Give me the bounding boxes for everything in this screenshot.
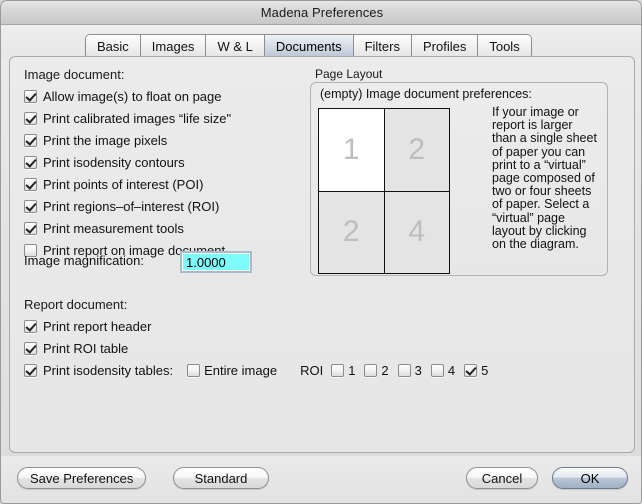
entire-image-checkbox[interactable]: Entire image [187,363,277,378]
checkbox-icon[interactable] [24,134,37,147]
checkbox-icon[interactable] [24,200,37,213]
image-checkbox-1[interactable]: Print calibrated images “life size" [24,109,231,127]
checkbox-label: Allow image(s) to float on page [43,89,221,104]
roi-group-label: ROI [300,363,323,378]
checkbox-icon[interactable] [24,342,37,355]
footer-bar: Save Preferences Standard Cancel OK [1,456,642,504]
checkbox-icon[interactable] [464,364,477,377]
window-titlebar: Madena Preferences [1,1,642,25]
roi-checkbox-4[interactable]: 4 [431,363,455,378]
page-layout-quadrant-1[interactable]: 1 [319,109,384,191]
tab-images[interactable]: Images [141,35,207,58]
tab-tools[interactable]: Tools [478,35,530,58]
checkbox-label: Print points of interest (POI) [43,177,203,192]
image-magnification-label: Image magnification: [24,253,144,268]
roi-checkbox-label: 4 [448,363,455,378]
checkbox-label: Print isodensity tables: [43,363,173,378]
tab-documents[interactable]: Documents [265,35,354,58]
window-title: Madena Preferences [261,5,383,20]
report-document-section-label: Report document: [24,297,127,312]
checkbox-label: Print calibrated images “life size" [43,111,231,126]
image-checkbox-4[interactable]: Print points of interest (POI) [24,175,203,193]
roi-checkbox-5[interactable]: 5 [464,363,488,378]
image-magnification-input[interactable] [182,253,250,271]
image-checkbox-3[interactable]: Print isodensity contours [24,153,185,171]
tab-basic[interactable]: Basic [86,35,141,58]
checkbox-icon[interactable] [187,364,200,377]
tab-profiles[interactable]: Profiles [412,35,478,58]
checkbox-icon[interactable] [431,364,444,377]
report-checkbox-2[interactable]: Print isodensity tables: Entire image ROI 1… [24,361,497,379]
entire-image-label: Entire image [204,363,277,378]
checkbox-icon[interactable] [24,156,37,169]
image-checkbox-0[interactable]: Allow image(s) to float on page [24,87,221,105]
page-layout-quadrant-2[interactable]: 2 [385,109,450,191]
report-checkbox-0[interactable]: Print report header [24,317,151,335]
roi-checkbox-2[interactable]: 2 [364,363,388,378]
roi-checkbox-1[interactable]: 1 [331,363,355,378]
checkbox-icon[interactable] [24,222,37,235]
page-layout-description: If your image or report is larger than a… [492,106,600,251]
checkbox-label: Print ROI table [43,341,128,356]
checkbox-icon[interactable] [24,112,37,125]
page-layout-diagram[interactable]: 1224 [318,108,450,274]
roi-checkbox-label: 2 [381,363,388,378]
tab-w-l[interactable]: W & L [206,35,264,58]
page-layout-quadrant-3[interactable]: 2 [319,192,384,274]
checkbox-icon[interactable] [24,178,37,191]
ok-button[interactable]: OK [552,467,628,489]
image-magnification-field-wrap [180,251,252,274]
report-checkbox-1[interactable]: Print ROI table [24,339,128,357]
roi-checkbox-label: 1 [348,363,355,378]
checkbox-icon[interactable] [24,90,37,103]
image-magnification-row: Image magnification: [24,253,144,268]
checkbox-icon[interactable] [24,364,37,377]
page-layout-caption: (empty) Image document preferences: [320,87,532,101]
checkbox-label: Print the image pixels [43,133,167,148]
checkbox-icon[interactable] [24,320,37,333]
content-panel: Image document: Allow image(s) to float … [9,56,635,453]
checkbox-icon[interactable] [398,364,411,377]
image-document-section-label: Image document: [24,67,124,82]
image-checkbox-6[interactable]: Print measurement tools [24,219,184,237]
image-checkbox-5[interactable]: Print regions–of–interest (ROI) [24,197,219,215]
cancel-button[interactable]: Cancel [466,467,538,489]
page-layout-group-label: Page Layout [315,67,382,81]
image-checkbox-2[interactable]: Print the image pixels [24,131,167,149]
page-layout-quadrant-4[interactable]: 4 [385,192,450,274]
checkbox-label: Print report header [43,319,151,334]
checkbox-label: Print measurement tools [43,221,184,236]
roi-checkbox-label: 5 [481,363,488,378]
checkbox-label: Print regions–of–interest (ROI) [43,199,219,214]
roi-checkbox-label: 3 [415,363,422,378]
checkbox-icon[interactable] [364,364,377,377]
roi-checkbox-3[interactable]: 3 [398,363,422,378]
tab-filters[interactable]: Filters [354,35,412,58]
standard-button[interactable]: Standard [173,467,269,489]
preferences-window: Madena Preferences BasicImagesW & LDocum… [0,0,642,504]
checkbox-label: Print isodensity contours [43,155,185,170]
checkbox-icon[interactable] [331,364,344,377]
save-preferences-button[interactable]: Save Preferences [17,467,146,489]
